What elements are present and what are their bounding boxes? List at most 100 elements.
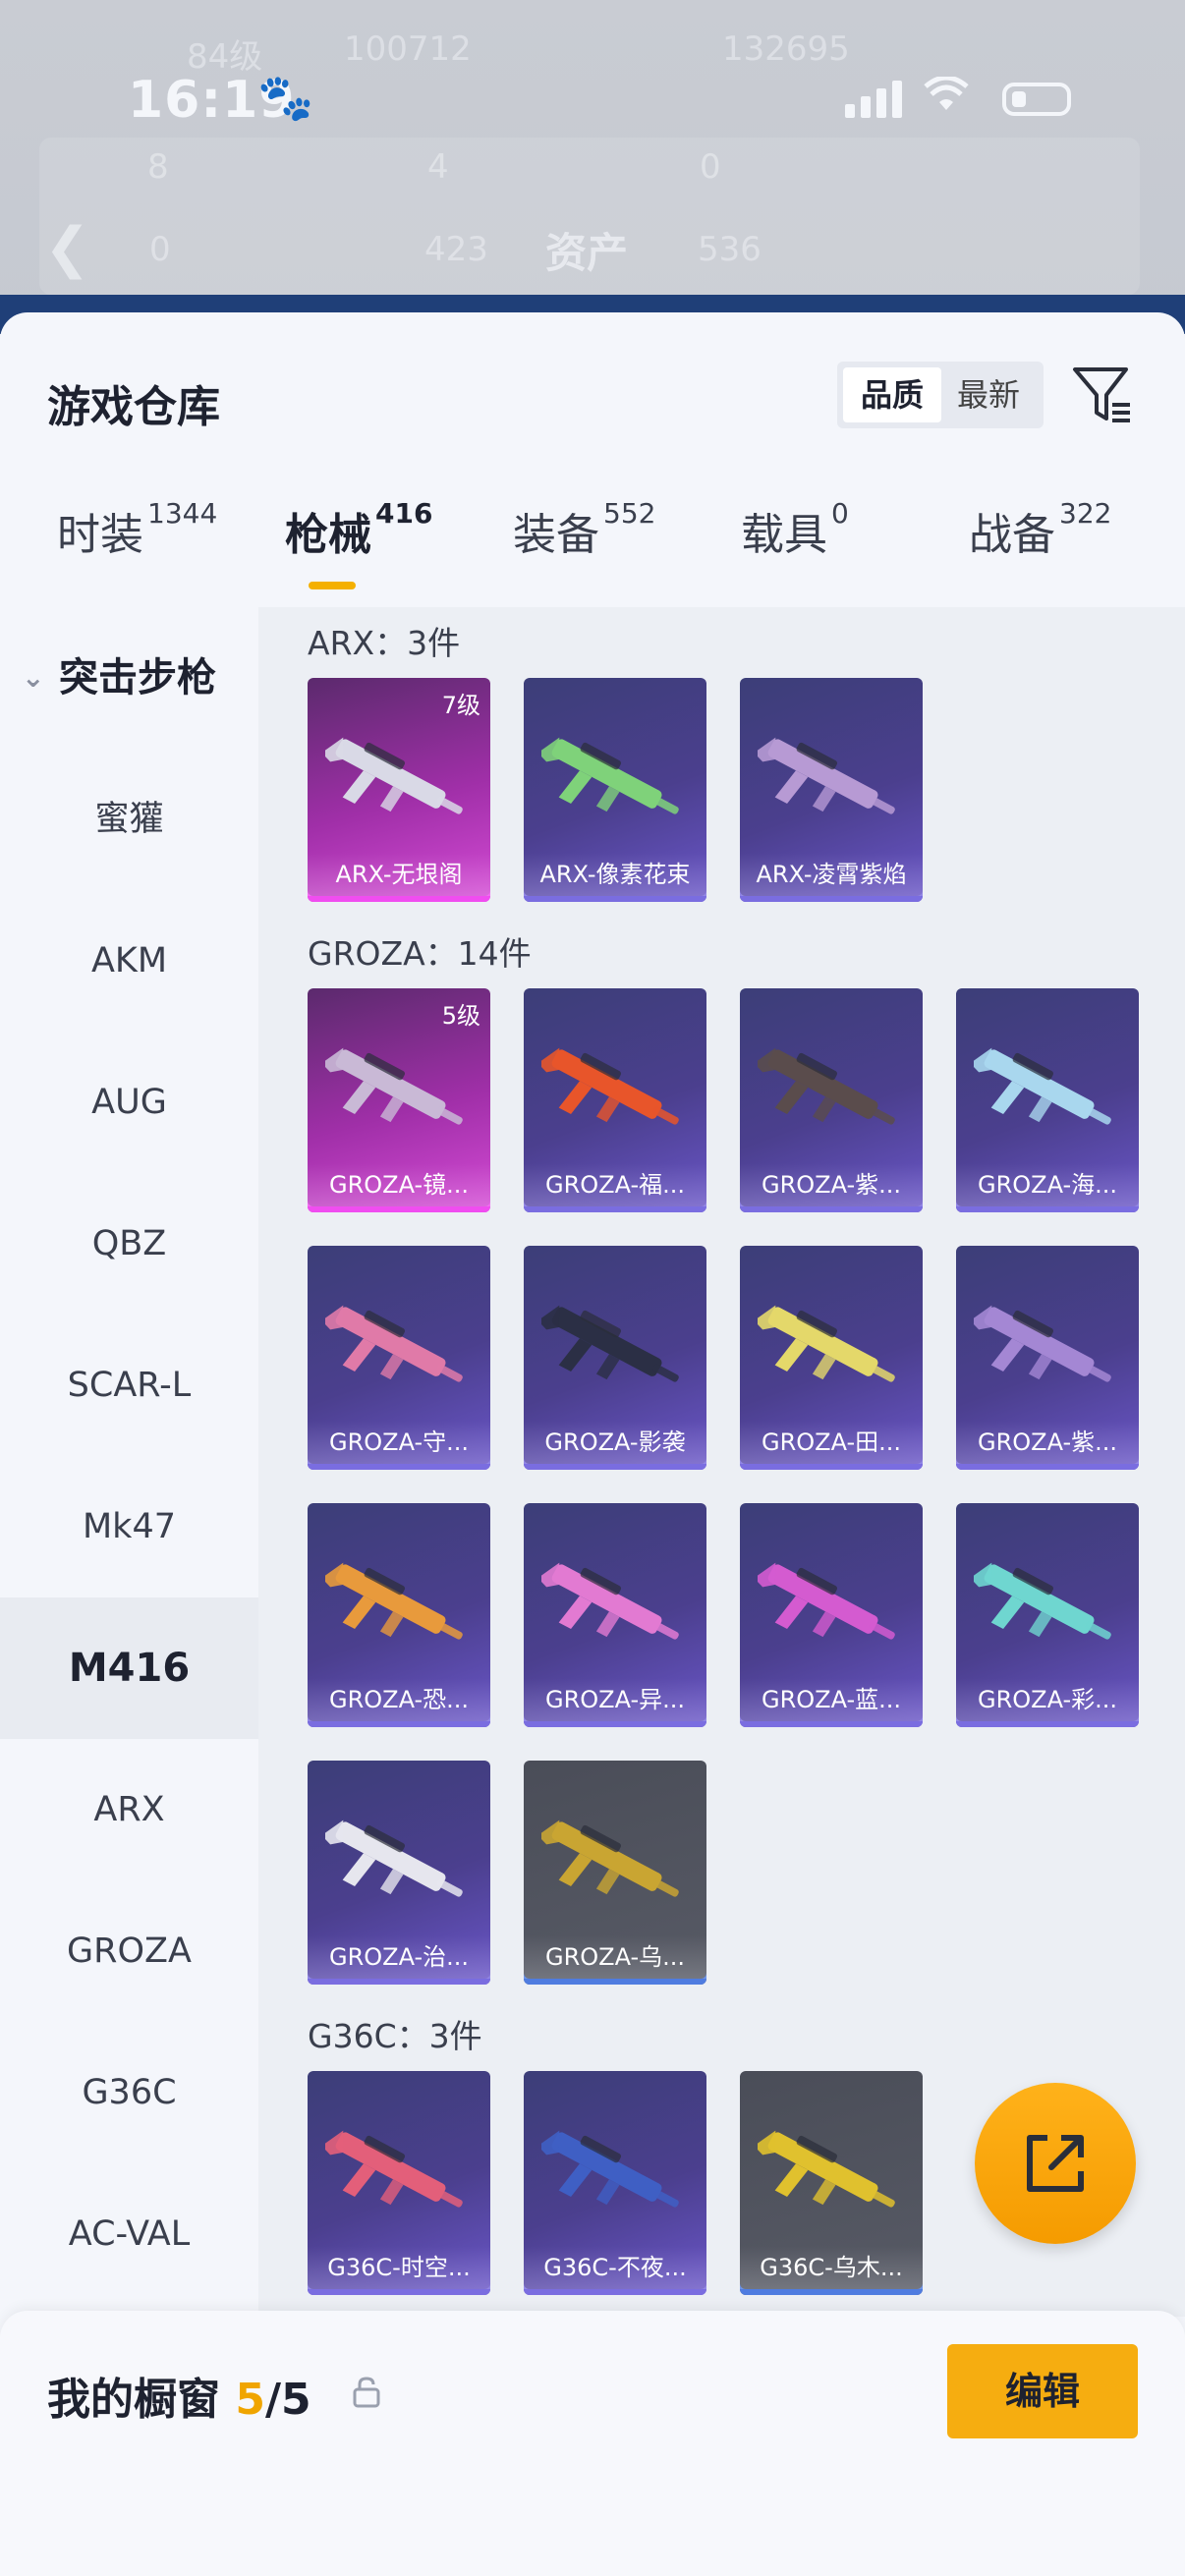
sort-option-quality[interactable]: 品质 (843, 367, 941, 422)
weapon-skin-card[interactable]: GROZA-福... (524, 988, 706, 1212)
weapon-skin-card[interactable]: GROZA-恐... (308, 1503, 490, 1727)
weapon-skin-card[interactable]: GROZA-影袭 (524, 1246, 706, 1470)
sidebar-item[interactable]: 蜜獾 (0, 749, 258, 890)
tab-fashion[interactable]: 时装 1344 (57, 497, 218, 562)
showcase-used-count: 5 (235, 2375, 265, 2425)
weapon-skin-name: GROZA-彩... (956, 1678, 1139, 1721)
weapon-skin-card[interactable]: GROZA-蓝... (740, 1503, 923, 1727)
weapon-skin-card[interactable]: GROZA-乌... (524, 1761, 706, 1985)
weapon-category-sidebar: ⌄ 突击步枪 蜜獾 AKM AUG QBZ SCAR-L Mk47 M416 ARX GROZA… (0, 607, 258, 2317)
weapon-skin-name: GROZA-乌... (524, 1935, 706, 1979)
weapon-skin-card[interactable]: G36C-时空... (308, 2071, 490, 2295)
showcase-total-count: /5 (264, 2375, 311, 2425)
weapon-skin-card[interactable]: 5级 GROZA-镜... (308, 988, 490, 1212)
showcase-label: 我的橱窗 (47, 2375, 220, 2425)
weapon-skin-name: ARX-无垠阁 (308, 853, 490, 896)
tab-label: 装备 (513, 510, 599, 560)
weapon-image (758, 737, 895, 814)
sheet-title: 游戏仓库 (47, 382, 220, 432)
battery-icon (1002, 83, 1071, 116)
weapon-skin-card[interactable]: GROZA-海... (956, 988, 1139, 1212)
weapon-skin-card[interactable]: ARX-像素花束 (524, 678, 706, 902)
tab-label: 枪械 (285, 510, 371, 560)
weapon-image (325, 1047, 463, 1125)
weapon-skin-card[interactable]: GROZA-紫... (956, 1246, 1139, 1470)
sidebar-item[interactable]: M416 (0, 1597, 258, 1739)
weapon-skin-card[interactable]: ARX-凌霄紫焰 (740, 678, 923, 902)
warehouse-sheet: 游戏仓库 品质 最新 时装 1344 枪械 416 装备 552 载具 0 战备 322 … (0, 312, 1185, 2576)
level-badge: 5级 (441, 1002, 480, 1030)
lock-icon (353, 2377, 380, 2408)
sidebar-item[interactable]: G36C (0, 2022, 258, 2163)
weapon-image (974, 1305, 1111, 1382)
background-title: 资产 (545, 229, 629, 277)
edit-button[interactable]: 编辑 (947, 2344, 1138, 2438)
weapon-skin-card[interactable]: 7级 ARX-无垠阁 (308, 678, 490, 902)
weapon-skin-card[interactable]: GROZA-田... (740, 1246, 923, 1470)
back-arrow-icon[interactable]: ❮ (44, 216, 90, 280)
weapon-skin-name: GROZA-影袭 (524, 1421, 706, 1464)
weapon-skin-name: GROZA-福... (524, 1163, 706, 1206)
tab-vehicles[interactable]: 载具 0 (741, 497, 849, 562)
weapon-image (325, 1305, 463, 1382)
tab-count: 322 (1059, 497, 1112, 530)
sidebar-item[interactable]: SCAR-L (0, 1315, 258, 1456)
weapon-skin-name: GROZA-海... (956, 1163, 1139, 1206)
share-icon (1027, 2135, 1084, 2192)
sidebar-group-assault-rifle[interactable]: ⌄ 突击步枪 (0, 607, 258, 749)
tab-firearms[interactable]: 枪械 416 (285, 497, 433, 562)
status-bar: 16:19 🐾 (0, 59, 1185, 138)
paw-icon: 🐾 (257, 71, 314, 124)
category-tabs: 时装 1344 枪械 416 装备 552 载具 0 战备 322 (0, 497, 1185, 607)
weapon-image (325, 2130, 463, 2208)
filter-icon[interactable] (1071, 364, 1134, 426)
background-page: 84级 100712 132695 8 4 0 0 423 536 ❮ 资产 (0, 0, 1185, 334)
sort-option-latest[interactable]: 最新 (939, 367, 1038, 422)
tab-label: 时装 (57, 510, 143, 560)
weapon-skin-card[interactable]: GROZA-治... (308, 1761, 490, 1985)
tab-combat-gear[interactable]: 战备 322 (969, 497, 1112, 562)
weapon-image (758, 2130, 895, 2208)
sidebar-item[interactable]: AUG (0, 1032, 258, 1173)
sidebar-item[interactable]: AC-VAL (0, 2163, 258, 2305)
weapon-skin-name: ARX-凌霄紫焰 (740, 853, 923, 896)
tab-count: 416 (375, 497, 433, 530)
cellular-signal-icon (845, 81, 908, 118)
weapon-image (758, 1047, 895, 1125)
weapon-image (325, 737, 463, 814)
sidebar-item[interactable]: GROZA (0, 1880, 258, 2022)
sidebar-item[interactable]: QBZ (0, 1173, 258, 1315)
background-value: 0 (149, 230, 171, 269)
background-value: 0 (700, 147, 721, 187)
weapon-skin-name: GROZA-镜... (308, 1163, 490, 1206)
weapon-image (541, 1562, 679, 1640)
sidebar-item[interactable]: Mk47 (0, 1456, 258, 1597)
weapon-skin-card[interactable]: GROZA-紫... (740, 988, 923, 1212)
weapon-image (758, 1305, 895, 1382)
weapon-skin-card[interactable]: G36C-不夜... (524, 2071, 706, 2295)
tab-count: 1344 (147, 497, 218, 530)
wifi-icon (924, 73, 969, 123)
item-grid: ARX：3件 7级 ARX-无垠阁 ARX-像素花束 ARX-凌霄紫焰 GROZA：14件… (258, 607, 1185, 2317)
sidebar-group-label: 突击步枪 (59, 655, 216, 700)
share-button[interactable] (975, 2083, 1136, 2244)
weapon-skin-card[interactable]: GROZA-守... (308, 1246, 490, 1470)
weapon-skin-name: G36C-不夜... (524, 2246, 706, 2289)
my-showcase-bar: 我的橱窗 5/5 编辑 (0, 2311, 1185, 2576)
tab-count: 552 (603, 497, 656, 530)
weapon-skin-name: GROZA-田... (740, 1421, 923, 1464)
weapon-skin-card[interactable]: GROZA-异... (524, 1503, 706, 1727)
weapon-skin-name: ARX-像素花束 (524, 853, 706, 896)
weapon-image (974, 1047, 1111, 1125)
sidebar-item[interactable]: AKM (0, 890, 258, 1032)
tab-equipment[interactable]: 装备 552 (513, 497, 656, 562)
background-value: 4 (427, 147, 449, 187)
weapon-image (325, 1820, 463, 1897)
sidebar-item[interactable]: ARX (0, 1739, 258, 1880)
weapon-skin-card[interactable]: GROZA-彩... (956, 1503, 1139, 1727)
tab-label: 载具 (741, 510, 827, 560)
background-value: 536 (698, 230, 762, 269)
weapon-skin-card[interactable]: G36C-乌木... (740, 2071, 923, 2295)
tab-label: 战备 (969, 510, 1055, 560)
group-label: ARX：3件 (308, 624, 461, 662)
